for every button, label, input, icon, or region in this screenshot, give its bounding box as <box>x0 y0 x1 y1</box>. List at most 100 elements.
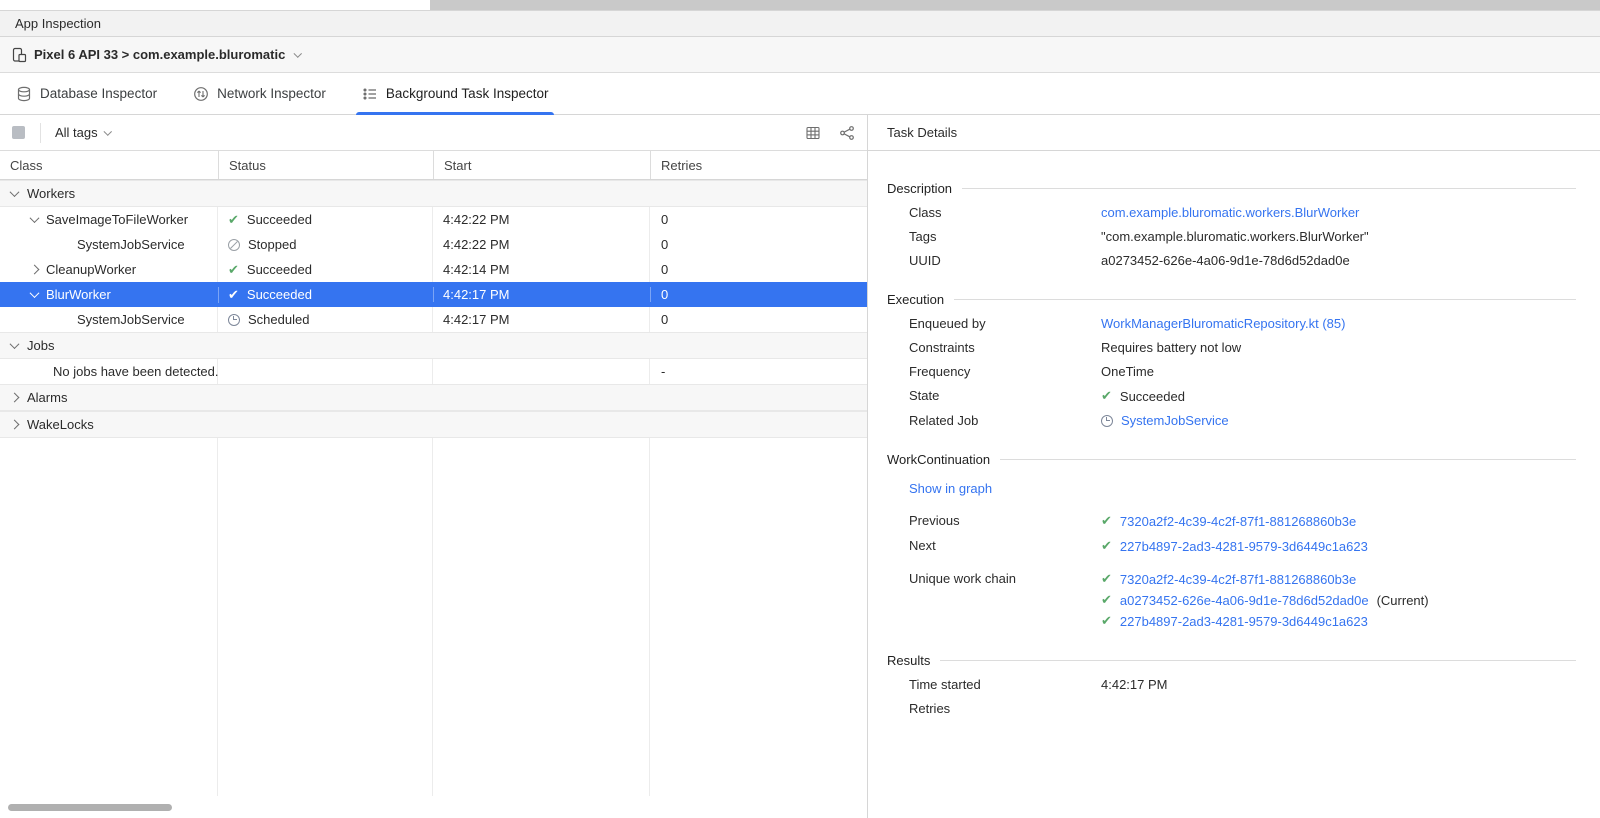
class-link[interactable]: com.example.bluromatic.workers.BlurWorke… <box>1101 205 1359 220</box>
column-status[interactable]: Status <box>218 151 433 179</box>
success-icon: ✔ <box>1101 388 1112 404</box>
enqueued-by-link[interactable]: WorkManagerBluromaticRepository.kt (85) <box>1101 316 1345 331</box>
column-class[interactable]: Class <box>0 151 218 179</box>
success-icon: ✔ <box>1101 592 1112 608</box>
stopped-icon <box>228 239 240 251</box>
chevron-right-icon[interactable] <box>10 393 20 403</box>
detail-row-related-job: Related Job SystemJobService <box>887 413 1576 428</box>
section-rule <box>954 299 1576 300</box>
table-row-systemjobservice-stopped[interactable]: SystemJobService Stopped 4:42:22 PM 0 <box>0 232 867 257</box>
start-time: 4:42:22 PM <box>433 237 650 252</box>
start-time: 4:42:22 PM <box>433 212 650 227</box>
previous-work-link[interactable]: 7320a2f2-4c39-4c2f-87f1-881268860b3e <box>1120 514 1356 529</box>
detail-row-unique-work-chain: Unique work chain ✔ 7320a2f2-4c39-4c2f-87… <box>887 571 1576 629</box>
column-start[interactable]: Start <box>433 151 650 179</box>
chain-work-link[interactable]: 227b4897-2ad3-4281-9579-3d6449c1a623 <box>1120 614 1368 629</box>
graph-view-button[interactable] <box>839 125 855 141</box>
network-icon <box>193 86 209 102</box>
tab-background-task-inspector[interactable]: Background Task Inspector <box>362 73 549 114</box>
tab-network-inspector[interactable]: Network Inspector <box>193 73 326 114</box>
chain-work-link[interactable]: 7320a2f2-4c39-4c2f-87f1-881268860b3e <box>1120 572 1356 587</box>
section-rule <box>1000 459 1576 460</box>
table-view-button[interactable] <box>805 125 821 141</box>
chevron-right-icon[interactable] <box>10 420 20 430</box>
retries-count: - <box>650 364 867 379</box>
section-title: Results <box>887 653 930 668</box>
editor-scrollbar-fragment[interactable] <box>430 0 1600 10</box>
table-row-saveimagetofileworker[interactable]: SaveImageToFileWorker ✔Succeeded 4:42:22… <box>0 207 867 232</box>
details-title: Task Details <box>887 125 957 140</box>
section-title: WorkContinuation <box>887 452 990 467</box>
table-row-cleanupworker[interactable]: CleanupWorker ✔Succeeded 4:42:14 PM 0 <box>0 257 867 282</box>
start-time: 4:42:14 PM <box>433 262 650 277</box>
tag-filter-dropdown[interactable]: All tags <box>55 125 110 140</box>
detail-label: Next <box>909 538 1101 553</box>
section-rule <box>962 188 1576 189</box>
detail-row-state: State ✔Succeeded <box>887 388 1576 404</box>
inspector-tab-bar: Database Inspector Network Inspector Bac… <box>0 73 1600 115</box>
content-area: All tags Class Status Start Retries <box>0 115 1600 818</box>
success-icon: ✔ <box>1101 571 1112 587</box>
group-row-jobs[interactable]: Jobs <box>0 332 867 359</box>
details-header: Task Details <box>868 115 1600 151</box>
detail-label: State <box>909 388 1101 403</box>
section-workcontinuation: WorkContinuation <box>887 452 1576 467</box>
detail-label: Constraints <box>909 340 1101 355</box>
table-row-systemjobservice-scheduled[interactable]: SystemJobService Scheduled 4:42:17 PM 0 <box>0 307 867 332</box>
detail-row-frequency: Frequency OneTime <box>887 364 1576 379</box>
chevron-right-icon[interactable] <box>30 265 40 275</box>
success-icon: ✔ <box>1101 513 1112 529</box>
table-row-blurworker-selected[interactable]: BlurWorker ✔Succeeded 4:42:17 PM 0 <box>0 282 867 307</box>
start-time: 4:42:17 PM <box>433 287 650 302</box>
chevron-down-icon[interactable] <box>10 187 20 197</box>
chevron-down-icon[interactable] <box>10 339 20 349</box>
constraints-value: Requires battery not low <box>1101 340 1241 355</box>
next-work-link[interactable]: 227b4897-2ad3-4281-9579-3d6449c1a623 <box>1120 539 1368 554</box>
detail-row-constraints: Constraints Requires battery not low <box>887 340 1576 355</box>
tag-filter-label: All tags <box>55 125 98 140</box>
database-icon <box>16 86 32 102</box>
column-retries[interactable]: Retries <box>650 151 867 179</box>
status-text: Stopped <box>248 237 296 252</box>
task-list-icon <box>362 86 378 102</box>
show-in-graph-link[interactable]: Show in graph <box>909 481 992 496</box>
editor-top-strip <box>0 0 1600 10</box>
detail-label: Time started <box>909 677 1101 692</box>
table-row-jobs-empty[interactable]: No jobs have been detected. - <box>0 359 867 384</box>
group-row-workers[interactable]: Workers <box>0 180 867 207</box>
detail-label: Tags <box>909 229 1101 244</box>
detail-label: Frequency <box>909 364 1101 379</box>
toolbar-divider <box>40 123 41 143</box>
chain-suffix: (Current) <box>1377 593 1429 608</box>
related-job-link[interactable]: SystemJobService <box>1121 413 1229 428</box>
chain-item: ✔227b4897-2ad3-4281-9579-3d6449c1a623 <box>1101 613 1429 629</box>
detail-row-retries: Retries <box>887 701 1576 716</box>
detail-label: Enqueued by <box>909 316 1101 331</box>
time-started-value: 4:42:17 PM <box>1101 677 1168 692</box>
group-row-wakelocks[interactable]: WakeLocks <box>0 411 867 438</box>
detail-label: UUID <box>909 253 1101 268</box>
device-selector[interactable]: Pixel 6 API 33 > com.example.bluromatic <box>0 37 1600 73</box>
horizontal-scrollbar[interactable] <box>8 804 172 811</box>
group-label: Jobs <box>27 338 54 353</box>
group-row-alarms[interactable]: Alarms <box>0 384 867 411</box>
detail-label: Retries <box>909 701 1101 716</box>
table-body: Workers SaveImageToFileWorker ✔Succeeded… <box>0 180 867 818</box>
status-text: Succeeded <box>247 287 312 302</box>
start-time: 4:42:17 PM <box>433 312 650 327</box>
chain-work-link[interactable]: a0273452-626e-4a06-9d1e-78d6d52dad0e <box>1120 593 1369 608</box>
stop-inspection-icon[interactable] <box>12 126 25 139</box>
retries-count: 0 <box>650 312 867 327</box>
detail-label: Unique work chain <box>909 571 1101 586</box>
task-details-panel: Task Details Description Class com.examp… <box>868 115 1600 818</box>
chevron-down-icon[interactable] <box>30 288 40 298</box>
tab-database-inspector[interactable]: Database Inspector <box>16 73 157 114</box>
chevron-down-icon <box>104 127 112 135</box>
detail-row-enqueued-by: Enqueued by WorkManagerBluromaticReposit… <box>887 316 1576 331</box>
tab-label: Database Inspector <box>40 86 157 101</box>
chevron-down-icon[interactable] <box>30 213 40 223</box>
tab-label: Network Inspector <box>217 86 326 101</box>
editor-area-fragment <box>0 0 430 10</box>
chain-item: ✔ a0273452-626e-4a06-9d1e-78d6d52dad0e (C… <box>1101 592 1429 608</box>
show-in-graph-row: Show in graph <box>887 481 1576 496</box>
